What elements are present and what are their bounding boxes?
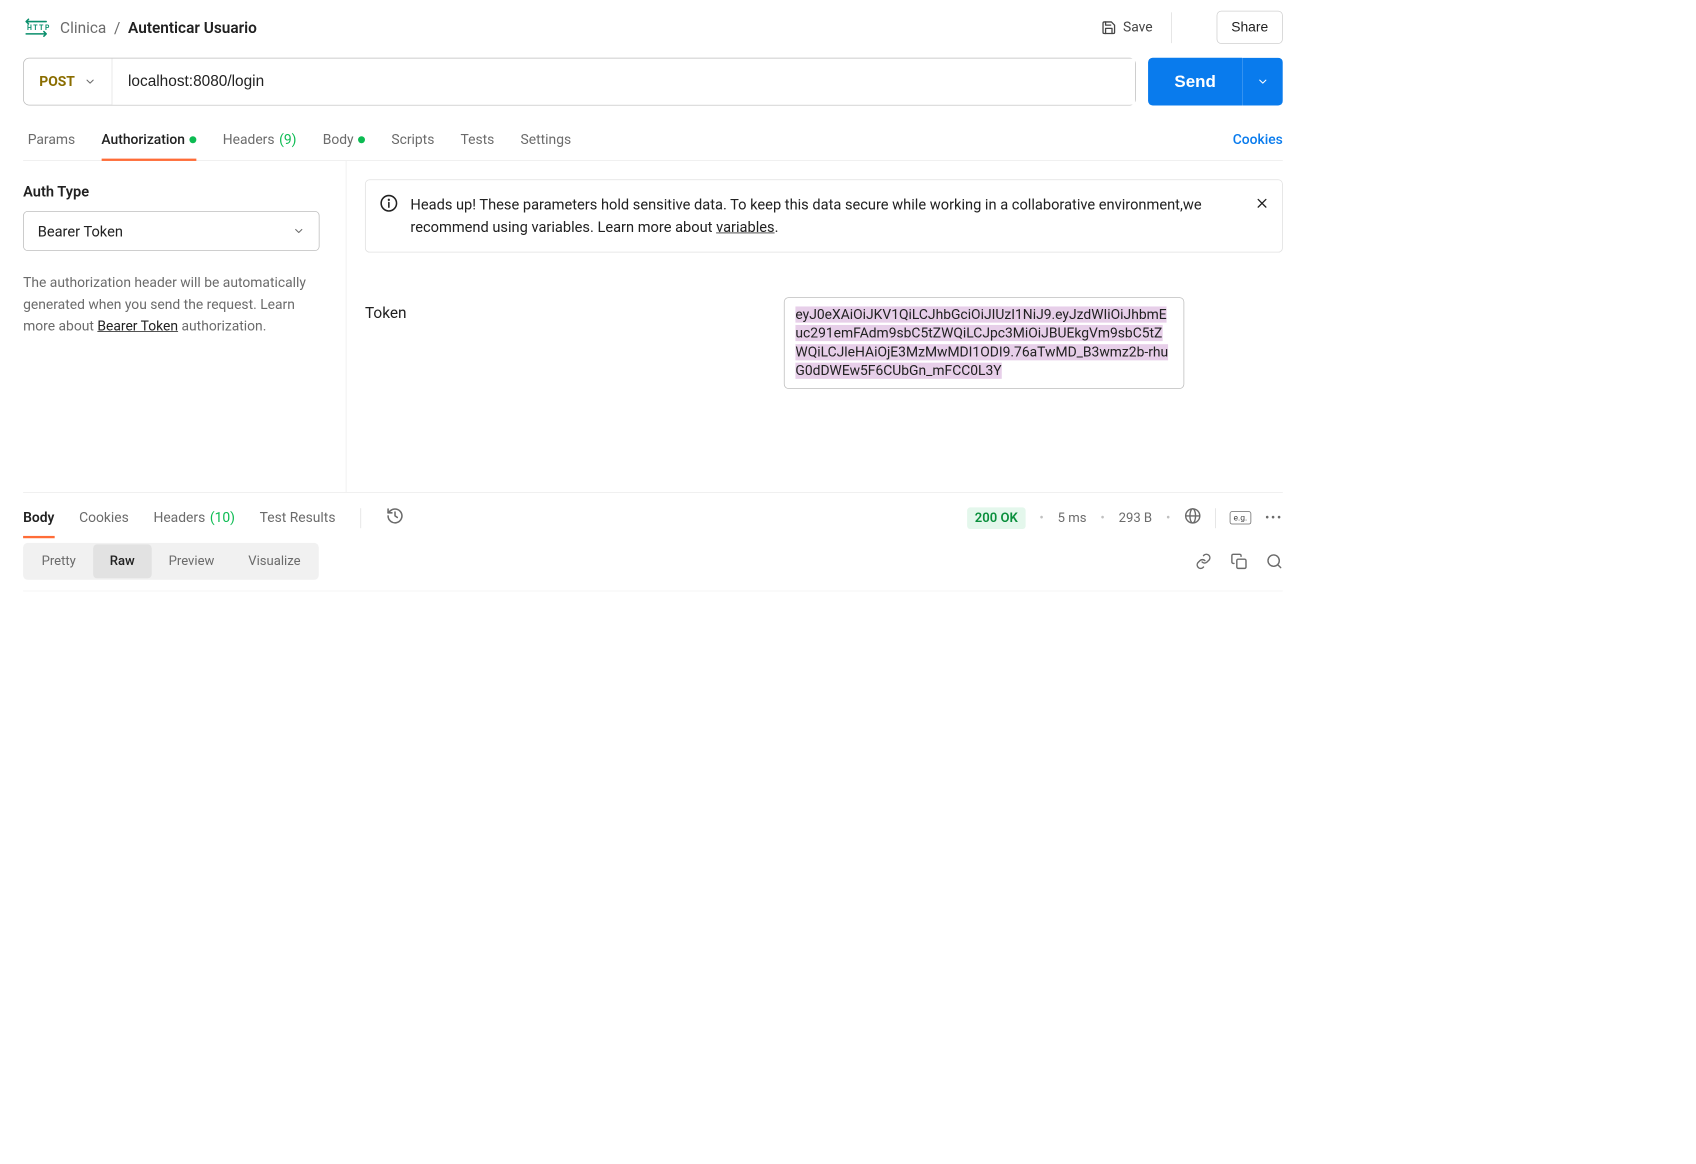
method-select[interactable]: POST	[24, 59, 113, 105]
request-tabs: Params Authorization Headers (9) Body Sc…	[23, 119, 1283, 161]
network-button[interactable]	[1184, 507, 1201, 528]
status-badge: 200 OK	[967, 507, 1025, 529]
auth-type-select[interactable]: Bearer Token	[23, 211, 319, 251]
tab-params[interactable]: Params	[28, 132, 75, 148]
bearer-token-link[interactable]: Bearer Token	[97, 318, 178, 334]
info-icon	[380, 194, 398, 216]
cookies-link[interactable]: Cookies	[1233, 132, 1283, 148]
send-button[interactable]: Send	[1148, 58, 1242, 106]
info-banner: Heads up! These parameters hold sensitiv…	[365, 179, 1283, 252]
response-headers-count: (10)	[210, 510, 235, 526]
tab-authorization[interactable]: Authorization	[101, 132, 196, 148]
response-tab-body[interactable]: Body	[23, 510, 54, 526]
view-pretty[interactable]: Pretty	[25, 544, 93, 578]
breadcrumb-current: Autenticar Usuario	[128, 18, 257, 36]
divider	[360, 508, 361, 528]
response-size: 293 B	[1119, 510, 1152, 525]
breadcrumb-parent[interactable]: Clinica	[60, 18, 106, 36]
history-icon	[386, 507, 404, 525]
globe-icon	[1184, 507, 1201, 524]
response-body-area[interactable]	[23, 591, 1283, 822]
response-view-group: Pretty Raw Preview Visualize	[23, 543, 319, 580]
method-value: POST	[39, 74, 75, 90]
headers-count: (9)	[279, 132, 296, 148]
close-icon	[1254, 196, 1269, 211]
token-input[interactable]: eyJ0eXAiOiJKV1QiLCJhbGciOiJIUzI1NiJ9.eyJ…	[784, 297, 1184, 389]
save-dropdown-button[interactable]	[1171, 12, 1206, 43]
response-tab-cookies[interactable]: Cookies	[79, 510, 129, 526]
divider	[1215, 508, 1216, 528]
auth-type-label: Auth Type	[23, 182, 319, 200]
chevron-down-icon	[1183, 20, 1195, 32]
dots-icon: •••	[1265, 510, 1283, 525]
search-icon[interactable]	[1266, 553, 1283, 570]
variables-link[interactable]: variables	[716, 218, 774, 236]
url-input[interactable]	[113, 59, 1136, 105]
tab-headers[interactable]: Headers (9)	[223, 132, 297, 148]
share-button[interactable]: Share	[1217, 11, 1283, 44]
save-icon	[1101, 20, 1116, 35]
tab-tests[interactable]: Tests	[461, 132, 495, 148]
tab-scripts[interactable]: Scripts	[391, 132, 434, 148]
auth-type-value: Bearer Token	[38, 222, 123, 240]
view-raw[interactable]: Raw	[93, 544, 152, 578]
token-label: Token	[365, 297, 765, 322]
view-preview[interactable]: Preview	[152, 544, 232, 578]
history-button[interactable]	[386, 507, 404, 529]
send-dropdown-button[interactable]	[1242, 58, 1283, 106]
close-banner-button[interactable]	[1254, 196, 1269, 214]
auth-description: The authorization header will be automat…	[23, 273, 319, 337]
tab-settings[interactable]: Settings	[521, 132, 572, 148]
copy-icon[interactable]	[1230, 553, 1247, 570]
dot-indicator-icon	[190, 136, 197, 143]
tab-body[interactable]: Body	[323, 132, 365, 148]
save-button[interactable]: Save	[1094, 13, 1161, 41]
breadcrumb: Clinica / Autenticar Usuario	[60, 18, 1094, 36]
save-example-button[interactable]: e.g.	[1230, 511, 1251, 524]
link-icon[interactable]	[1195, 553, 1212, 570]
request-url-bar: POST	[23, 58, 1136, 106]
svg-text:HTTP: HTTP	[27, 24, 49, 32]
chevron-down-icon	[1257, 75, 1269, 87]
chevron-down-icon	[293, 225, 305, 237]
dot-indicator-icon	[358, 136, 365, 143]
more-options-button[interactable]: •••	[1265, 510, 1283, 525]
chevron-down-icon	[84, 75, 96, 87]
breadcrumb-separator: /	[114, 18, 120, 36]
http-icon: HTTP	[23, 18, 49, 36]
response-time: 5 ms	[1058, 510, 1087, 525]
token-value: eyJ0eXAiOiJKV1QiLCJhbGciOiJIUzI1NiJ9.eyJ…	[795, 306, 1168, 378]
response-tab-headers[interactable]: Headers (10)	[153, 510, 235, 526]
response-header: Body Cookies Headers (10) Test Results 2…	[23, 492, 1283, 532]
save-label: Save	[1123, 19, 1153, 35]
view-visualize[interactable]: Visualize	[231, 544, 317, 578]
response-tab-test-results[interactable]: Test Results	[260, 510, 336, 526]
